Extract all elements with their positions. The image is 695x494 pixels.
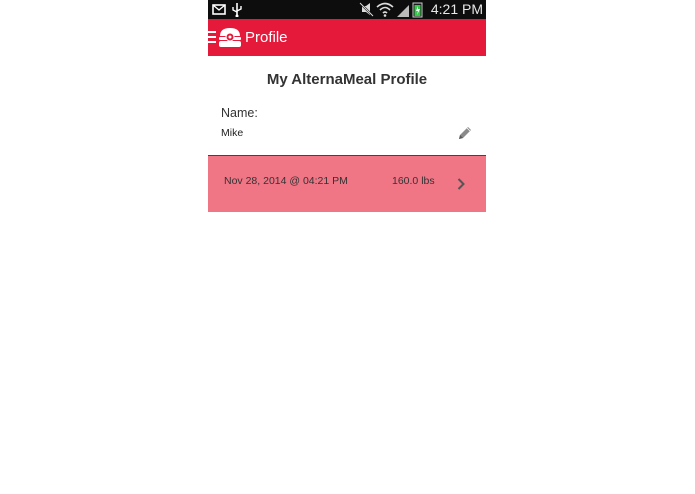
burger-logo-icon[interactable]	[218, 27, 242, 48]
page-title: My AlternaMeal Profile	[266, 71, 428, 88]
battery-icon	[412, 2, 423, 18]
pencil-icon[interactable]	[457, 126, 472, 141]
chevron-right-icon	[457, 178, 465, 190]
name-label: Name:	[221, 106, 258, 120]
app-bar-title: Profile	[245, 29, 288, 46]
status-bar: 4:21 PM	[208, 0, 486, 19]
menu-icon[interactable]	[208, 31, 217, 43]
wifi-icon	[376, 2, 394, 17]
entry-weight: 160.0 lbs	[392, 175, 435, 187]
weight-entry-row[interactable]: Nov 28, 2014 @ 04:21 PM 160.0 lbs	[208, 156, 486, 212]
status-right-icons: 4:21 PM	[359, 1, 483, 18]
mail-icon	[212, 4, 226, 15]
phone-screen: 4:21 PM Profile My AlternaMeal Profile N…	[208, 0, 486, 494]
entry-date: Nov 28, 2014 @ 04:21 PM	[224, 175, 348, 187]
signal-icon	[396, 5, 409, 17]
mute-icon	[359, 2, 374, 17]
status-time: 4:21 PM	[430, 1, 483, 17]
usb-icon	[232, 3, 242, 18]
status-left-icons	[212, 2, 246, 18]
name-value: Mike	[221, 127, 244, 139]
app-bar: Profile	[208, 19, 486, 56]
